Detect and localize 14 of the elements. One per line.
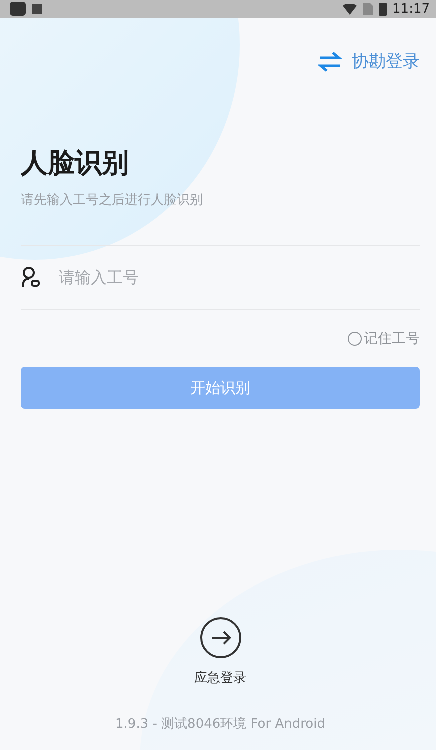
version-text: 1.9.3 - 测试8046环境 For Android bbox=[114, 716, 326, 733]
status-time: 11:17 bbox=[392, 2, 430, 16]
assist-login-button[interactable]: 协勘登录 bbox=[318, 50, 420, 73]
emergency-login-button[interactable]: 应急登录 bbox=[194, 617, 246, 687]
page-title: 人脸识别 bbox=[21, 147, 130, 181]
subtitle: 请先输入工号之后进行人脸识别 bbox=[21, 192, 204, 209]
user-icon bbox=[21, 267, 41, 288]
battery-icon bbox=[378, 2, 387, 16]
remember-checkbox[interactable]: 记住工号 bbox=[348, 330, 420, 348]
no-sim-icon bbox=[362, 3, 373, 15]
employee-id-field[interactable]: 请输入工号 bbox=[57, 267, 361, 288]
wifi-icon bbox=[342, 4, 357, 14]
swap-arrows-icon bbox=[318, 50, 342, 72]
arrow-circle-icon bbox=[200, 617, 242, 659]
